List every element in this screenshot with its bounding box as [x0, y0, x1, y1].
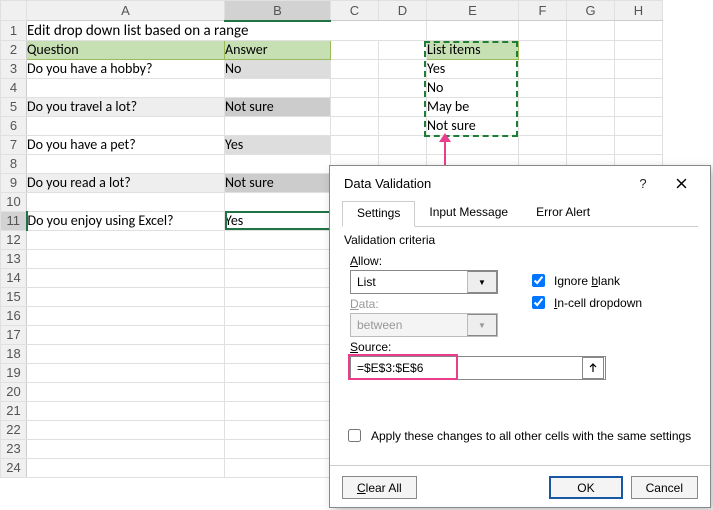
cell-A3[interactable]: Do you have a hobby?	[27, 59, 225, 78]
col-hdr-G[interactable]: G	[567, 1, 615, 21]
dialog-titlebar[interactable]: Data Validation ?	[330, 166, 710, 200]
cell-B11-value: Yes	[225, 212, 243, 229]
col-hdr-D[interactable]: D	[379, 1, 427, 21]
cell-E3[interactable]: Yes	[427, 59, 519, 78]
cell-E4[interactable]: No	[427, 78, 519, 97]
allow-combo[interactable]: List ▼	[350, 270, 498, 294]
row-hdr-8[interactable]: 8	[1, 154, 27, 173]
row-hdr-4[interactable]: 4	[1, 78, 27, 97]
dialog-tabs: Settings Input Message Error Alert	[342, 200, 698, 227]
row-hdr-5[interactable]: 5	[1, 97, 27, 116]
cell-B3[interactable]: No	[225, 59, 331, 78]
apply-all-input[interactable]	[348, 429, 361, 442]
row-hdr-21[interactable]: 21	[1, 401, 27, 420]
row-hdr-13[interactable]: 13	[1, 249, 27, 268]
allow-label: Allow:	[350, 254, 510, 268]
apply-all-label: Apply these changes to all other cells w…	[371, 429, 691, 443]
cell-E5[interactable]: May be	[427, 97, 519, 116]
row-hdr-15[interactable]: 15	[1, 287, 27, 306]
collapse-dialog-button[interactable]	[582, 357, 604, 379]
incell-dropdown-input[interactable]	[532, 296, 545, 309]
col-hdr-B[interactable]: B	[225, 1, 331, 21]
col-hdr-F[interactable]: F	[519, 1, 567, 21]
cell-B5[interactable]: Not sure	[225, 97, 331, 116]
incell-dropdown-label: In-cell dropdown	[554, 296, 642, 310]
row-hdr-9[interactable]: 9	[1, 173, 27, 192]
cell-A11[interactable]: Do you enjoy using Excel?	[27, 211, 225, 230]
tab-settings[interactable]: Settings	[342, 201, 415, 227]
dialog-title: Data Validation	[344, 176, 624, 191]
row-hdr-2[interactable]: 2	[1, 40, 27, 59]
header-answer[interactable]: Answer	[225, 40, 331, 59]
header-list-items[interactable]: List items	[427, 40, 519, 59]
close-icon	[676, 178, 687, 189]
allow-value: List	[351, 275, 467, 289]
source-value: =$E$3:$E$6	[357, 361, 582, 375]
close-button[interactable]	[662, 168, 700, 198]
col-hdr-C[interactable]: C	[331, 1, 379, 21]
cell-B9[interactable]: Not sure	[225, 173, 331, 192]
ok-button[interactable]: OK	[549, 476, 622, 499]
row-hdr-19[interactable]: 19	[1, 363, 27, 382]
help-button[interactable]: ?	[624, 168, 662, 198]
col-hdr-E[interactable]: E	[427, 1, 519, 21]
col-hdr-A[interactable]: A	[27, 1, 225, 21]
row-hdr-16[interactable]: 16	[1, 306, 27, 325]
chevron-down-icon: ▼	[467, 314, 497, 336]
apply-all-checkbox[interactable]: Apply these changes to all other cells w…	[344, 426, 698, 445]
row-hdr-1[interactable]: 1	[1, 21, 27, 41]
row-hdr-14[interactable]: 14	[1, 268, 27, 287]
tab-input-message[interactable]: Input Message	[415, 201, 522, 227]
row-hdr-24[interactable]: 24	[1, 458, 27, 477]
row-hdr-11[interactable]: 11	[1, 211, 27, 230]
incell-dropdown-checkbox[interactable]: In-cell dropdown	[528, 293, 642, 312]
range-picker-icon	[587, 362, 599, 374]
row-hdr-6[interactable]: 6	[1, 116, 27, 135]
cell-A9[interactable]: Do you read a lot?	[27, 173, 225, 192]
data-value: between	[351, 318, 467, 332]
row-hdr-17[interactable]: 17	[1, 325, 27, 344]
tab-error-alert[interactable]: Error Alert	[522, 201, 604, 227]
row-hdr-10[interactable]: 10	[1, 192, 27, 211]
row-hdr-12[interactable]: 12	[1, 230, 27, 249]
chevron-down-icon: ▼	[467, 271, 497, 293]
cell-A7[interactable]: Do you have a pet?	[27, 135, 225, 154]
header-question[interactable]: Question	[27, 40, 225, 59]
row-hdr-7[interactable]: 7	[1, 135, 27, 154]
data-label: Data:	[350, 297, 510, 311]
cancel-button[interactable]: Cancel	[631, 476, 698, 499]
clear-all-button[interactable]: Clear All	[342, 476, 417, 499]
row-hdr-22[interactable]: 22	[1, 420, 27, 439]
ignore-blank-checkbox[interactable]: Ignore blank	[528, 271, 642, 290]
source-label: Source:	[350, 340, 696, 354]
validation-criteria-label: Validation criteria	[344, 233, 698, 247]
row-hdr-3[interactable]: 3	[1, 59, 27, 78]
cell-B7[interactable]: Yes	[225, 135, 331, 154]
cell-B11-active[interactable]: Yes ▼	[225, 211, 331, 230]
data-combo: between ▼	[350, 313, 498, 337]
data-validation-dialog: Data Validation ? Settings Input Message…	[329, 165, 711, 508]
ignore-blank-label: Ignore blank	[554, 274, 620, 288]
source-input[interactable]: =$E$3:$E$6	[350, 356, 606, 380]
row-hdr-23[interactable]: 23	[1, 439, 27, 458]
select-all-cell[interactable]	[1, 1, 27, 21]
row-hdr-20[interactable]: 20	[1, 382, 27, 401]
title-cell[interactable]: Edit drop down list based on a range	[27, 21, 427, 41]
ignore-blank-input[interactable]	[532, 274, 545, 287]
row-hdr-18[interactable]: 18	[1, 344, 27, 363]
cell-A5[interactable]: Do you travel a lot?	[27, 97, 225, 116]
col-hdr-H[interactable]: H	[615, 1, 663, 21]
